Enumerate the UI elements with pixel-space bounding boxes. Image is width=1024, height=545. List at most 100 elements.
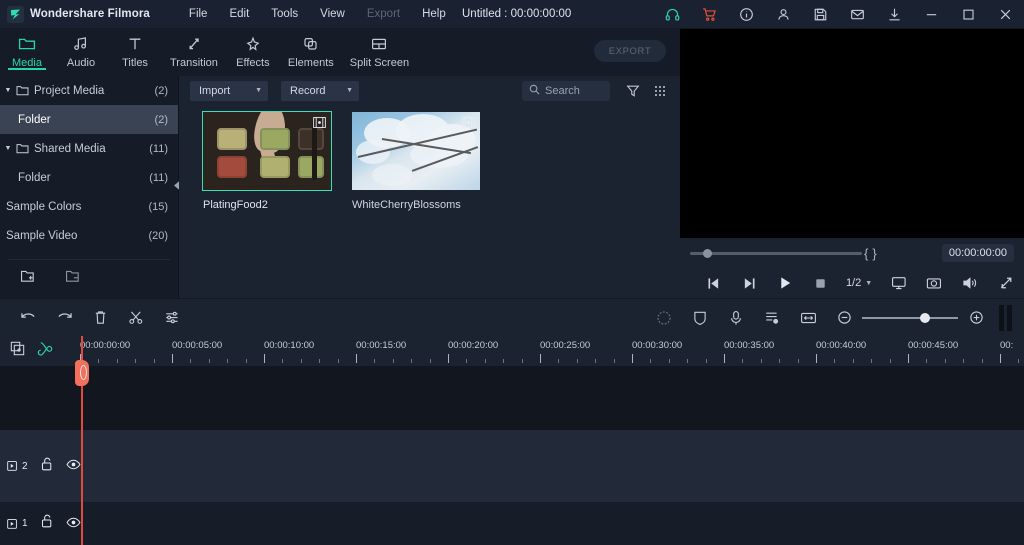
split-button[interactable] [118,299,154,337]
sidebar-item-shared-media[interactable]: ▼ Shared Media (11) [0,134,178,163]
zoom-in-button[interactable] [958,299,994,337]
panel-resize-grabber[interactable] [994,299,1016,337]
layers-copy-icon [302,33,320,54]
media-thumbnail[interactable] [352,112,480,190]
maximize-icon[interactable] [950,0,987,28]
ruler-label: 00:00:00:00 [80,340,131,351]
chevron-down-icon: ▼ [865,279,873,287]
preview-timecode[interactable]: 00:00:00:00 [941,244,1014,262]
headphones-icon[interactable] [654,0,691,28]
zoom-slider-track [862,316,958,319]
export-button[interactable]: EXPORT [594,40,666,62]
menu-item-edit[interactable]: Edit [218,4,260,24]
eye-visible-icon[interactable] [66,515,81,533]
chevron-down-icon: ▼ [4,145,12,152]
undo-button[interactable] [10,299,46,337]
menu-item-file[interactable]: File [178,4,219,24]
next-frame-button[interactable] [732,268,768,298]
volume-button[interactable] [952,268,988,298]
ruler-label: 00:00:25:00 [540,340,591,351]
shopping-cart-icon[interactable] [691,0,728,28]
user-account-icon[interactable] [765,0,802,28]
menu-item-tools[interactable]: Tools [260,4,309,24]
tab-media[interactable]: Media [0,28,54,76]
mail-icon[interactable] [839,0,876,28]
player-scrubber-bar: { } 00:00:00:00 [680,238,1024,268]
screen-display-button[interactable] [881,268,917,298]
track-header-1: 1 [0,502,81,545]
import-dropdown[interactable]: Import ▼ [190,80,268,101]
timeline-track-1[interactable]: 1 [0,502,1024,545]
tab-elements[interactable]: Elements [280,28,342,76]
close-icon[interactable] [987,0,1024,28]
menu-item-help[interactable]: Help [411,4,457,24]
preview-scrubber[interactable] [690,246,862,260]
tab-effects[interactable]: Effects [226,28,280,76]
stop-button[interactable] [803,268,837,298]
main-tab-bar: Media Audio Titles Transition Effects El… [0,28,680,76]
media-item-plating-food[interactable]: PlatingFood2 [202,111,332,298]
mark-out-button[interactable]: } [870,246,878,261]
tab-split-screen[interactable]: Split Screen [342,28,417,76]
settings-button[interactable] [154,299,190,337]
color-match-button[interactable] [646,299,682,337]
record-dropdown[interactable]: Record ▼ [281,80,359,101]
media-library-sidebar: ▼ Project Media (2) Folder (2) ▼ Shared … [0,76,178,298]
subtitle-button[interactable] [754,299,790,337]
link-snap-icon[interactable] [37,341,53,361]
search-placeholder: Search [545,85,580,97]
timeline-zoom-slider[interactable] [862,299,958,337]
media-item-cherry-blossoms[interactable]: WhiteCherryBlossoms [352,112,480,298]
remove-folder-icon[interactable] [65,269,82,289]
play-button[interactable] [768,268,804,298]
zoom-ratio-dropdown[interactable]: 1/2 ▼ [837,268,880,298]
sidebar-item-folder-project[interactable]: Folder (2) [0,105,178,134]
sparkle-star-icon [244,33,262,54]
playhead-handle[interactable] [75,360,89,386]
new-folder-icon[interactable] [20,269,37,289]
import-label: Import [199,84,231,97]
sidebar-item-folder-shared[interactable]: Folder (11) [0,163,178,192]
timeline-ruler[interactable]: 00:00:00:00 00:00:05:00 00:00:10:00 00:0… [78,336,1024,366]
ruler-label: 00:00:45:00 [908,340,959,351]
previous-frame-button[interactable] [696,268,732,298]
add-track-icon[interactable] [10,341,25,361]
preview-monitor[interactable] [680,28,1024,238]
save-icon[interactable] [802,0,839,28]
eye-visible-icon[interactable] [66,457,81,475]
minimize-icon[interactable] [913,0,950,28]
sidebar-item-sample-colors[interactable]: Sample Colors (15) [0,192,178,221]
sidebar-item-project-media[interactable]: ▼ Project Media (2) [0,76,178,105]
tab-audio[interactable]: Audio [54,28,108,76]
scrubber-handle[interactable] [703,249,712,258]
menu-item-view[interactable]: View [309,4,356,24]
crop-button[interactable] [682,299,718,337]
tab-titles[interactable]: Titles [108,28,162,76]
zoom-slider-handle[interactable] [920,312,930,323]
delete-button[interactable] [82,299,118,337]
film-strip-icon [462,117,475,128]
tab-transition[interactable]: Transition [162,28,226,76]
download-icon[interactable] [876,0,913,28]
timeline-playhead[interactable] [75,336,89,545]
fullscreen-button[interactable] [988,268,1024,298]
transition-arrows-icon [185,33,203,54]
filter-funnel-icon[interactable] [622,80,644,102]
timeline-body[interactable]: 2 1 [0,366,1024,545]
search-input[interactable]: Search [522,81,610,101]
snapshot-button[interactable] [917,268,953,298]
info-circle-icon[interactable] [728,0,765,28]
marker-button[interactable] [790,299,826,337]
unlock-icon[interactable] [41,514,53,533]
menu-bar: File Edit Tools View Export Help [178,4,457,24]
redo-button[interactable] [46,299,82,337]
media-thumbnail[interactable] [202,111,332,191]
sidebar-item-sample-video[interactable]: Sample Video (20) [0,221,178,250]
tab-split-screen-label: Split Screen [349,57,410,69]
unlock-icon[interactable] [41,457,53,476]
mark-in-button[interactable]: { [862,246,870,261]
voiceover-button[interactable] [718,299,754,337]
zoom-out-button[interactable] [826,299,862,337]
timeline-track-2[interactable]: 2 [0,430,1024,502]
grid-view-icon[interactable] [649,80,671,102]
